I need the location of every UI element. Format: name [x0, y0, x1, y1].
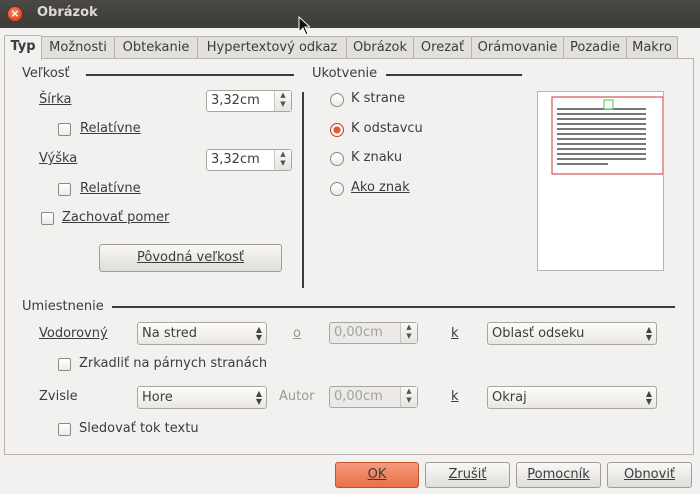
anchor-to-page-radio[interactable]	[330, 93, 344, 107]
tab-oramovanie[interactable]: Orámovanie	[471, 36, 564, 58]
anchor-as-character-radio[interactable]	[330, 182, 344, 196]
tab-obtekanie[interactable]: Obtekanie	[114, 36, 198, 58]
restore-button-label: Obnoviť	[623, 467, 676, 482]
help-button-label: Pomocník	[527, 467, 590, 482]
height-spinbox[interactable]: 3,32cm ▲ ▼	[206, 149, 292, 171]
position-separator	[112, 306, 675, 308]
tab-hypertextovy-odkaz[interactable]: Hypertextový odkaz	[197, 36, 347, 58]
horizontal-by-label: o	[293, 326, 301, 341]
anchor-to-character-label: K znaku	[351, 150, 403, 165]
spin-arrows-icon[interactable]: ▲ ▼	[274, 91, 291, 111]
width-relative-checkbox[interactable]	[58, 123, 71, 136]
reset-button[interactable]: Zrušiť	[425, 462, 510, 488]
anchor-to-paragraph-radio[interactable]	[330, 123, 344, 137]
title-bar: × Obrázok	[0, 0, 700, 28]
vertical-label: Zvisle	[39, 389, 78, 404]
horizontal-by-spinbox[interactable]: 0,00cm ▲ ▼	[329, 322, 418, 344]
keep-ratio-label: Zachovať pomer	[62, 210, 170, 225]
page-preview-graphic	[551, 96, 664, 175]
vertical-by-label: Autor	[279, 389, 315, 404]
horizontal-to-select[interactable]: Oblasť odseku ▲ ▼	[487, 322, 657, 345]
spin-arrows-icon[interactable]: ▲ ▼	[400, 387, 417, 407]
vertical-to-select[interactable]: Okraj ▲ ▼	[487, 386, 657, 409]
horizontal-value: Na stred	[142, 326, 198, 341]
height-label: Výška	[39, 151, 78, 166]
tab-moznosti[interactable]: Možnosti	[41, 36, 115, 58]
mirror-checkbox[interactable]	[58, 358, 71, 371]
anchor-heading: Ukotvenie	[312, 66, 378, 81]
close-icon[interactable]: ×	[7, 6, 23, 22]
mouse-cursor-icon	[298, 16, 310, 36]
ok-button[interactable]: OK	[335, 462, 419, 488]
vertical-to-label: k	[451, 389, 459, 404]
reset-button-label: Zrušiť	[448, 467, 487, 482]
follow-text-checkbox[interactable]	[58, 423, 71, 436]
anchor-as-character-label: Ako znak	[351, 180, 410, 195]
width-label: Šírka	[39, 92, 72, 107]
window-title: Obrázok	[37, 5, 98, 20]
tab-typ[interactable]: Typ	[4, 35, 42, 60]
tab-makro[interactable]: Makro	[626, 36, 678, 58]
restore-button[interactable]: Obnoviť	[607, 462, 692, 488]
horizontal-label: Vodorovný	[39, 326, 108, 341]
section-divider	[302, 92, 304, 288]
tab-orezat[interactable]: Orezať	[413, 36, 472, 58]
chevron-updown-icon: ▲ ▼	[255, 389, 262, 406]
vertical-by-spinbox[interactable]: 0,00cm ▲ ▼	[329, 386, 418, 408]
tab-pozadie[interactable]: Pozadie	[563, 36, 627, 58]
spin-arrows-icon[interactable]: ▲ ▼	[400, 323, 417, 343]
tab-obrazok[interactable]: Obrázok	[346, 36, 414, 58]
size-heading: Veľkosť	[22, 66, 70, 81]
size-separator	[86, 74, 294, 76]
vertical-select[interactable]: Hore ▲ ▼	[137, 386, 267, 409]
horizontal-select[interactable]: Na stred ▲ ▼	[137, 322, 267, 345]
help-button[interactable]: Pomocník	[516, 462, 601, 488]
width-value: 3,32cm	[211, 93, 260, 108]
ok-button-label: OK	[367, 467, 387, 482]
height-relative-label: Relatívne	[80, 181, 141, 196]
horizontal-by-value: 0,00cm	[334, 325, 383, 340]
horizontal-to-value: Oblasť odseku	[492, 326, 585, 341]
width-relative-label: Relatívne	[80, 121, 141, 136]
height-relative-checkbox[interactable]	[58, 183, 71, 196]
chevron-updown-icon: ▲ ▼	[645, 325, 652, 342]
anchor-to-page-label: K strane	[351, 91, 406, 106]
width-spinbox[interactable]: 3,32cm ▲ ▼	[206, 90, 292, 112]
mirror-label: Zrkadliť na párnych stranách	[79, 356, 268, 371]
chevron-updown-icon: ▲ ▼	[255, 325, 262, 342]
vertical-value: Hore	[142, 390, 173, 405]
position-heading: Umiestnenie	[22, 299, 104, 314]
anchor-to-character-radio[interactable]	[330, 152, 344, 166]
vertical-to-value: Okraj	[492, 390, 527, 405]
chevron-updown-icon: ▲ ▼	[645, 389, 652, 406]
position-preview	[537, 91, 664, 271]
keep-ratio-checkbox[interactable]	[41, 212, 54, 225]
horizontal-to-label: k	[451, 326, 459, 341]
follow-text-label: Sledovať tok textu	[79, 421, 199, 436]
original-size-label: Pôvodná veľkosť	[136, 250, 245, 265]
vertical-by-value: 0,00cm	[334, 389, 383, 404]
anchor-to-paragraph-label: K odstavcu	[351, 121, 423, 136]
anchor-separator	[386, 74, 522, 76]
original-size-button[interactable]: Pôvodná veľkosť	[99, 244, 282, 272]
height-value: 3,32cm	[211, 152, 260, 167]
spin-arrows-icon[interactable]: ▲ ▼	[274, 150, 291, 170]
